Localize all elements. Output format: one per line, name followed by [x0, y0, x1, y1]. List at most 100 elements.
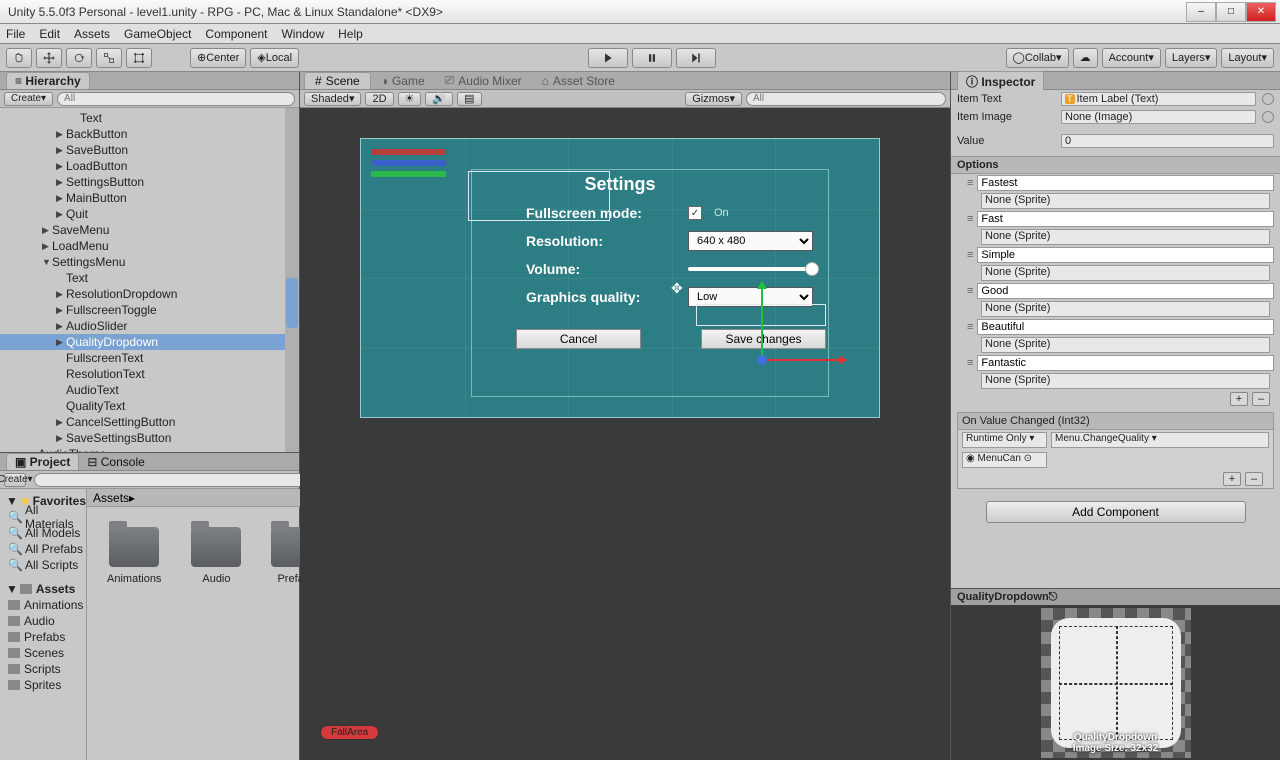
light-icon[interactable]: ☀ [398, 92, 422, 106]
tab-scene[interactable]: # Scene [304, 72, 371, 89]
menu-component[interactable]: Component [205, 27, 267, 41]
rect-tool-button[interactable] [126, 48, 152, 68]
hierarchy-item[interactable]: AudioText [0, 382, 299, 398]
scene-search[interactable] [746, 92, 946, 106]
pause-button[interactable] [632, 48, 672, 68]
option-name-field[interactable] [977, 283, 1274, 299]
option-name-field[interactable] [977, 211, 1274, 227]
scale-tool-button[interactable] [96, 48, 122, 68]
item-text-field[interactable]: TItem Label (Text) [1061, 92, 1256, 106]
add-component-button[interactable]: Add Component [986, 501, 1246, 523]
hierarchy-item[interactable]: ▶ MainButton [0, 190, 299, 206]
menu-gameobject[interactable]: GameObject [124, 27, 191, 41]
add-option-button[interactable]: + [1230, 392, 1248, 406]
tab-game[interactable]: ◑ Game [371, 73, 435, 89]
hierarchy-item[interactable]: Text [0, 270, 299, 286]
item-image-field[interactable]: None (Image) [1061, 110, 1256, 124]
option-name-field[interactable] [977, 175, 1274, 191]
asset-tree-item[interactable]: Scripts [0, 661, 86, 677]
asset-folder[interactable]: Animations [107, 527, 161, 585]
project-search[interactable] [34, 473, 314, 487]
hierarchy-item[interactable]: ▶ CancelSettingButton [0, 414, 299, 430]
hierarchy-item[interactable]: ▶ SaveMenu [0, 222, 299, 238]
event-method-dropdown[interactable]: Menu.ChangeQuality ▾ [1051, 432, 1269, 448]
object-picker-icon[interactable] [1262, 111, 1274, 123]
remove-event-button[interactable]: – [1245, 472, 1263, 486]
fx-icon[interactable]: ▤ [457, 92, 481, 106]
step-button[interactable] [676, 48, 716, 68]
move-tool-button[interactable] [36, 48, 62, 68]
pivot-local-button[interactable]: ◈ Local [250, 48, 299, 68]
option-name-field[interactable] [977, 355, 1274, 371]
pivot-center-button[interactable]: ⊕ Center [190, 48, 246, 68]
hierarchy-tab[interactable]: ≡ Hierarchy [0, 72, 299, 90]
favorite-item[interactable]: 🔍 All Prefabs [0, 541, 86, 557]
option-sprite-field[interactable]: None (Sprite) [981, 301, 1270, 317]
option-sprite-field[interactable]: None (Sprite) [981, 229, 1270, 245]
option-sprite-field[interactable]: None (Sprite) [981, 337, 1270, 353]
object-picker-icon[interactable] [1262, 93, 1274, 105]
asset-tree-item[interactable]: Animations [0, 597, 86, 613]
layers-button[interactable]: Layers ▾ [1165, 48, 1218, 68]
project-tab[interactable]: ▣ Project [6, 453, 79, 470]
asset-tree-item[interactable]: Sprites [0, 677, 86, 693]
asset-tree-item[interactable]: Audio [0, 613, 86, 629]
create-dropdown[interactable]: Create ▾ [4, 92, 53, 106]
favorite-item[interactable]: 🔍 All Scripts [0, 557, 86, 573]
collab-button[interactable]: ◯ Collab ▾ [1006, 48, 1069, 68]
tab-audio-mixer[interactable]: ⎚ Audio Mixer [435, 72, 532, 89]
project-create-dropdown[interactable]: Create ▾ [4, 473, 26, 487]
close-button[interactable]: ✕ [1246, 2, 1276, 22]
mode-2d[interactable]: 2D [365, 92, 393, 106]
asset-tree-item[interactable]: Scenes [0, 645, 86, 661]
move-gizmo-icon[interactable]: ✥ [671, 280, 683, 297]
hierarchy-item[interactable]: ▶ SaveSettingsButton [0, 430, 299, 446]
hierarchy-item[interactable]: Text [0, 110, 299, 126]
console-tab[interactable]: ⊟ Console [79, 454, 152, 470]
asset-tree-item[interactable]: Prefabs [0, 629, 86, 645]
asset-folder[interactable]: Audio [191, 527, 241, 585]
rotate-tool-button[interactable] [66, 48, 92, 68]
option-sprite-field[interactable]: None (Sprite) [981, 373, 1270, 389]
scene-view[interactable]: Settings Fullscreen mode: ✓ On Resolutio… [300, 108, 950, 760]
favorite-item[interactable]: 🔍 All Models [0, 525, 86, 541]
hierarchy-item[interactable]: ▶ BackButton [0, 126, 299, 142]
hierarchy-tree[interactable]: Text▶ BackButton▶ SaveButton▶ LoadButton… [0, 108, 299, 452]
audio-icon[interactable]: 🔊 [425, 92, 453, 106]
menu-edit[interactable]: Edit [39, 27, 60, 41]
add-event-button[interactable]: + [1223, 472, 1241, 486]
gizmos-dropdown[interactable]: Gizmos ▾ [685, 92, 742, 106]
menu-file[interactable]: File [6, 27, 25, 41]
hierarchy-item[interactable]: ▶ AudioSlider [0, 318, 299, 334]
event-runtime-dropdown[interactable]: Runtime Only ▾ [962, 432, 1047, 448]
hierarchy-item[interactable]: ▶ LoadMenu [0, 238, 299, 254]
option-name-field[interactable] [977, 247, 1274, 263]
volume-slider[interactable] [688, 267, 813, 271]
options-header[interactable]: Options [951, 156, 1280, 174]
hierarchy-item[interactable]: ▶ SaveButton [0, 142, 299, 158]
option-name-field[interactable] [977, 319, 1274, 335]
cloud-button[interactable]: ☁ [1073, 48, 1098, 68]
option-sprite-field[interactable]: None (Sprite) [981, 193, 1270, 209]
account-button[interactable]: Account ▾ [1102, 48, 1161, 68]
menu-help[interactable]: Help [338, 27, 363, 41]
hierarchy-item[interactable]: ▶ FullscreenToggle [0, 302, 299, 318]
hierarchy-item[interactable]: ▶ ResolutionDropdown [0, 286, 299, 302]
hierarchy-item[interactable]: ResolutionText [0, 366, 299, 382]
remove-option-button[interactable]: – [1252, 392, 1270, 406]
hierarchy-item[interactable]: FullscreenText [0, 350, 299, 366]
layout-button[interactable]: Layout ▾ [1221, 48, 1274, 68]
project-tree[interactable]: ▼★ Favorites 🔍 All Materials🔍 All Models… [0, 489, 87, 760]
maximize-button[interactable]: □ [1216, 2, 1246, 22]
hierarchy-item[interactable]: QualityText [0, 398, 299, 414]
menu-window[interactable]: Window [281, 27, 324, 41]
menu-assets[interactable]: Assets [74, 27, 110, 41]
hierarchy-item[interactable]: ▶ SettingsButton [0, 174, 299, 190]
hierarchy-item[interactable]: ▶ QualityDropdown [0, 334, 299, 350]
play-button[interactable] [588, 48, 628, 68]
option-sprite-field[interactable]: None (Sprite) [981, 265, 1270, 281]
hierarchy-item[interactable]: AudioTheme [0, 446, 299, 452]
inspector-tab[interactable]: ⓘ Inspector [957, 71, 1044, 91]
favorite-item[interactable]: 🔍 All Materials [0, 509, 86, 525]
hierarchy-search[interactable] [57, 92, 295, 106]
